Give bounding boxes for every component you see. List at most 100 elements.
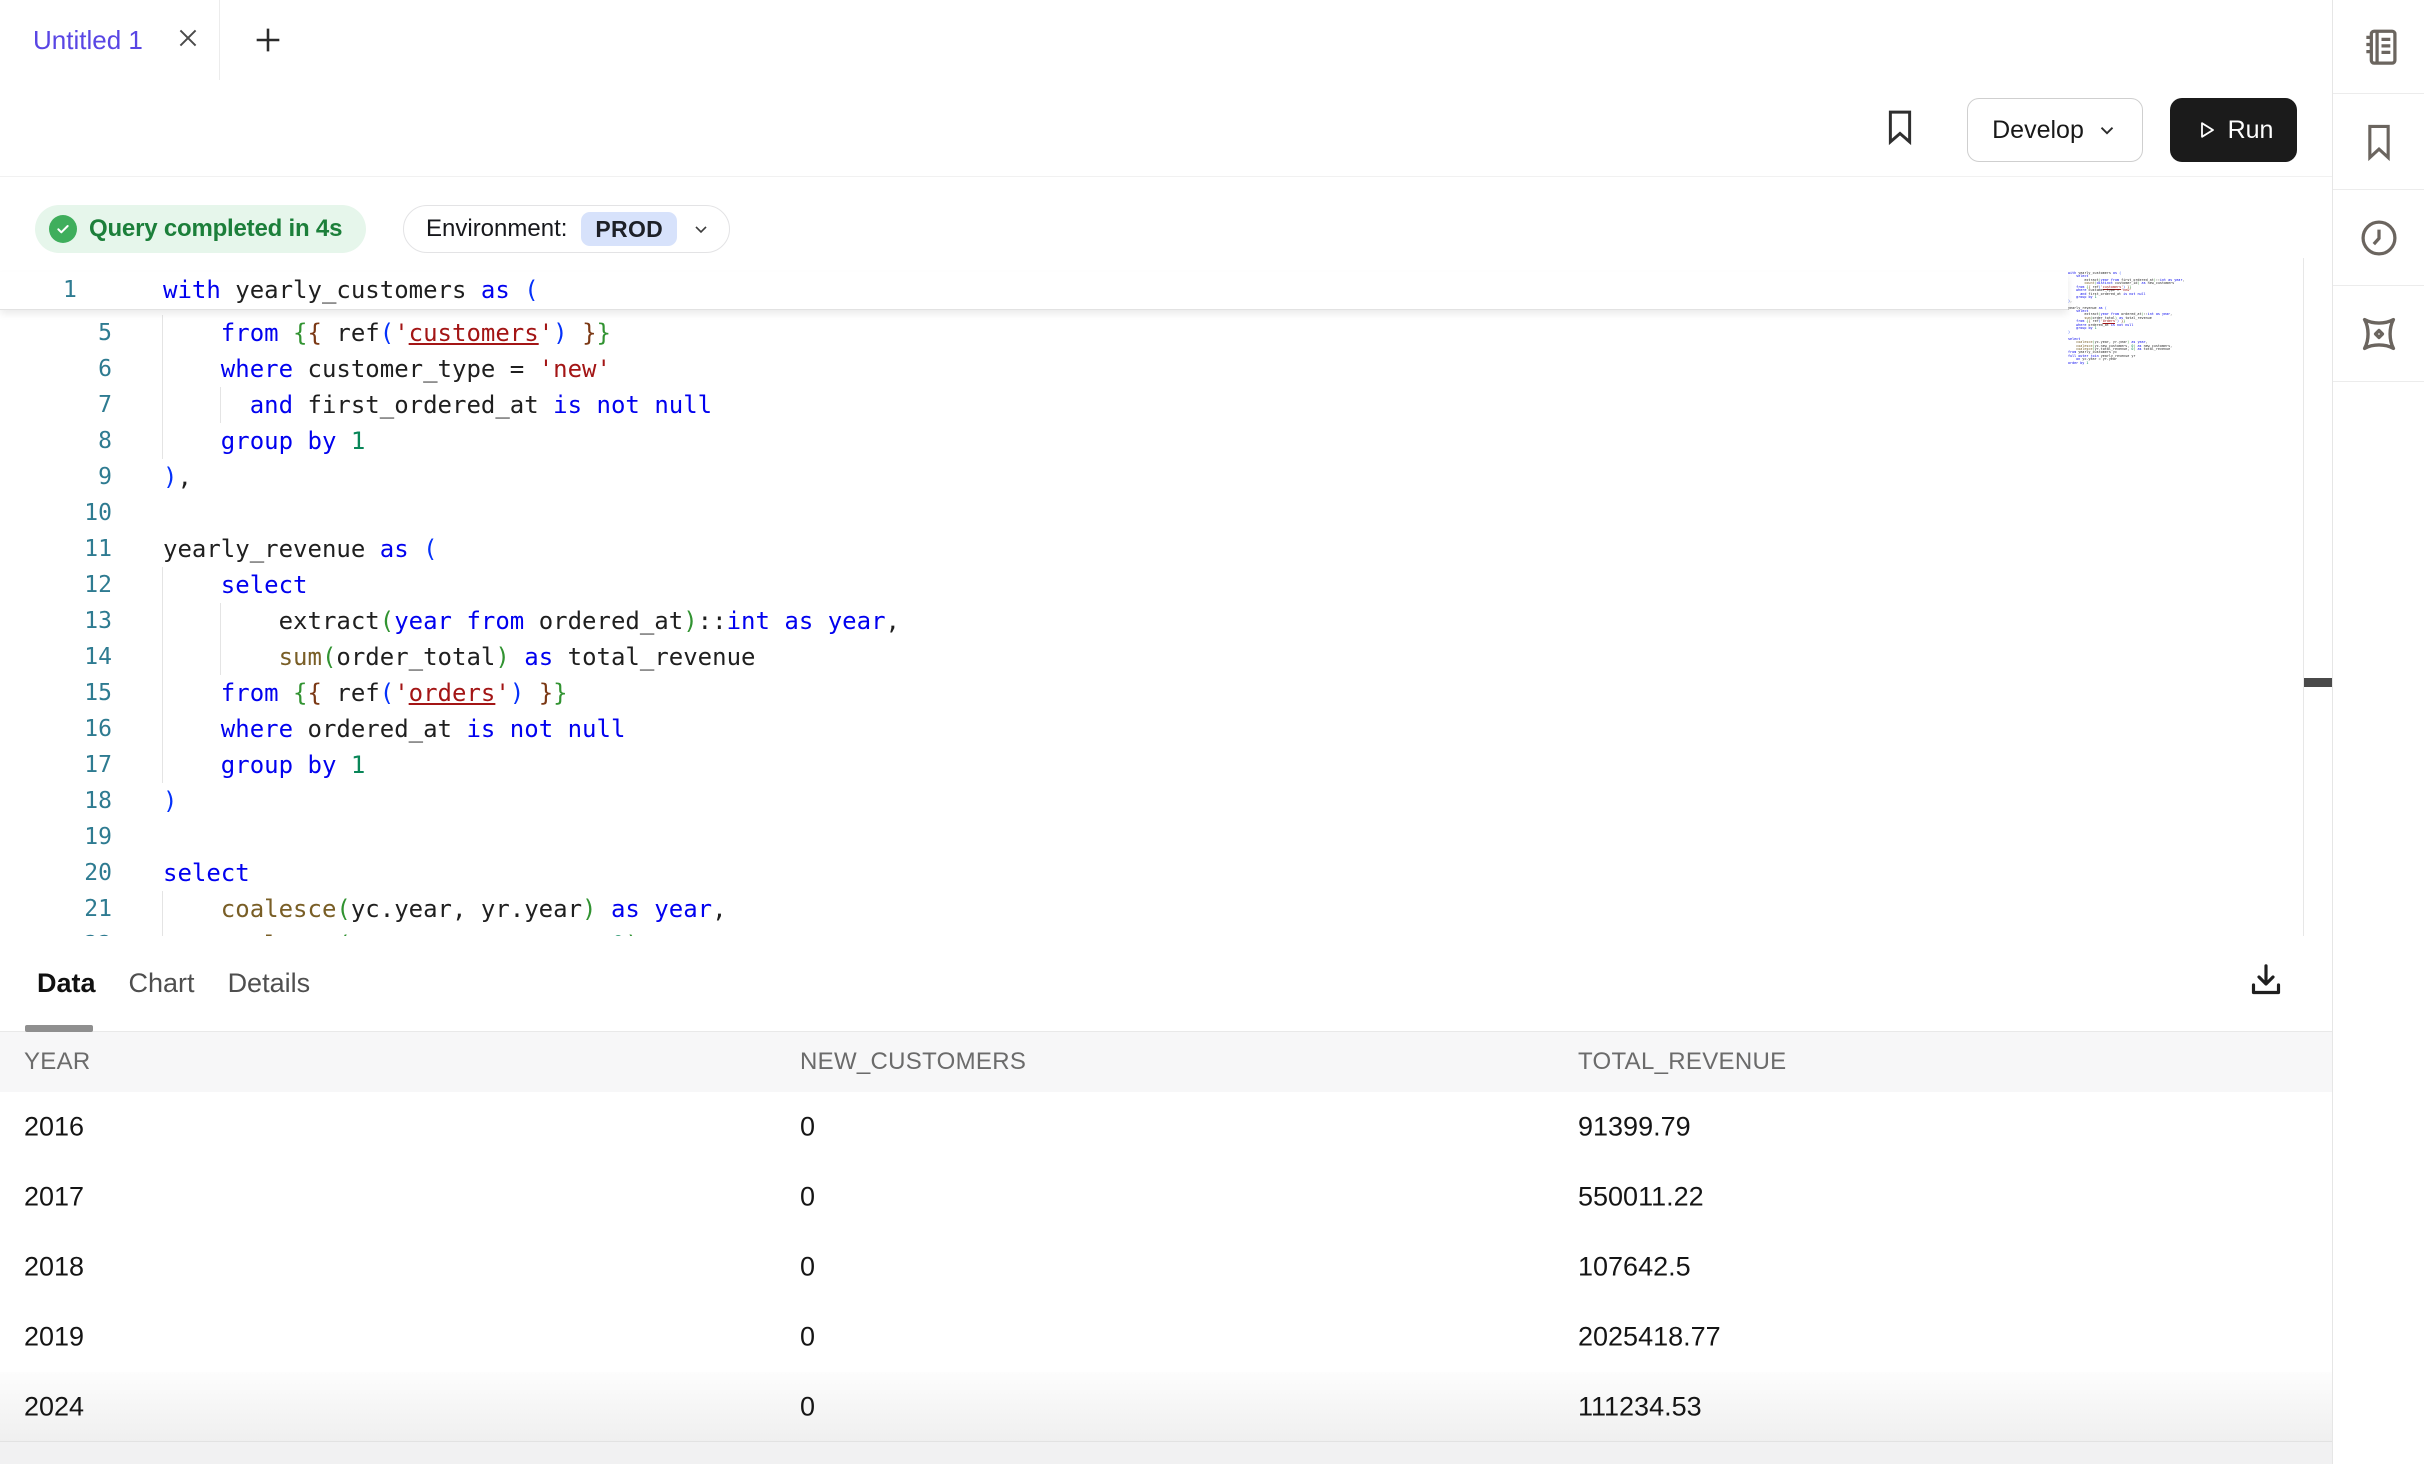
tab-label: Untitled 1 bbox=[33, 25, 143, 56]
new-tab-button[interactable] bbox=[238, 0, 298, 80]
line-number: 18 bbox=[0, 783, 112, 819]
sql-ide-window: Untitled 1 Develop Run Query completed i… bbox=[0, 0, 2424, 1464]
panel-resize-handle[interactable] bbox=[2304, 678, 2333, 687]
table-cell: 2017 bbox=[24, 1182, 84, 1213]
code-line[interactable]: 9), bbox=[0, 459, 2303, 495]
tab-untitled-1[interactable]: Untitled 1 bbox=[0, 0, 220, 80]
code-line[interactable]: 8 group by 1 bbox=[0, 423, 2303, 459]
close-tab-icon[interactable] bbox=[175, 25, 201, 56]
code-line[interactable]: 19 bbox=[0, 819, 2303, 855]
line-number: 12 bbox=[0, 567, 112, 603]
collapsed-panel-strip bbox=[2303, 258, 2333, 936]
indent-guide bbox=[220, 603, 221, 675]
rail-item-bookmarks[interactable] bbox=[2333, 94, 2424, 190]
code-line[interactable]: 16 where ordered_at is not null bbox=[0, 711, 2303, 747]
line-code: coalesce(yc.year, yr.year) as year, bbox=[163, 891, 727, 927]
active-tab-indicator bbox=[25, 1025, 93, 1032]
rail-item-notebook[interactable] bbox=[2333, 0, 2424, 94]
code-line[interactable]: 21 coalesce(yc.year, yr.year) as year, bbox=[0, 891, 2303, 927]
code-line[interactable]: 17 group by 1 bbox=[0, 747, 2303, 783]
line-number: 8 bbox=[0, 423, 112, 459]
table-cell: 2025418.77 bbox=[1578, 1322, 1721, 1353]
results-table-header: YEARNEW_CUSTOMERSTOTAL_REVENUE bbox=[0, 1032, 2332, 1092]
bookmark-button[interactable] bbox=[1878, 104, 1922, 152]
history-clock-icon bbox=[2356, 215, 2402, 261]
chevron-down-icon bbox=[2096, 119, 2118, 141]
table-cell: 0 bbox=[800, 1112, 815, 1143]
plus-icon bbox=[251, 23, 285, 57]
line-number: 21 bbox=[0, 891, 112, 927]
download-icon bbox=[2246, 960, 2286, 1000]
code-line[interactable]: 7 and first_ordered_at is not null bbox=[0, 387, 2303, 423]
environment-selector[interactable]: Environment: PROD bbox=[403, 205, 730, 253]
code-line[interactable]: 10 bbox=[0, 495, 2303, 531]
line-code: select bbox=[163, 567, 308, 603]
results-tab-chart[interactable]: Chart bbox=[129, 968, 195, 999]
line-code: coalesce(yc.new_customers, 0) as new_cus… bbox=[163, 927, 900, 936]
results-tab-details[interactable]: Details bbox=[228, 968, 311, 999]
table-cell: 107642.5 bbox=[1578, 1252, 1691, 1283]
toolbar: Develop Run bbox=[0, 80, 2332, 177]
editor-minimap[interactable]: with yearly_customers as ( select extrac… bbox=[2068, 272, 2268, 365]
code-line[interactable]: 15 from {{ ref('orders') }} bbox=[0, 675, 2303, 711]
table-row: 2019 0 2025418.77 bbox=[0, 1302, 2332, 1373]
line-number: 20 bbox=[0, 855, 112, 891]
line-number: 7 bbox=[0, 387, 112, 423]
line-number: 16 bbox=[0, 711, 112, 747]
line-code: yearly_revenue as ( bbox=[163, 531, 438, 567]
table-cell: 2018 bbox=[24, 1252, 84, 1283]
rail-item-history[interactable] bbox=[2333, 190, 2424, 286]
line-code: ) bbox=[163, 783, 177, 819]
code-line[interactable]: 20 select bbox=[0, 855, 2303, 891]
line-code: sum(order_total) as total_revenue bbox=[163, 639, 755, 675]
indent-guide bbox=[162, 891, 163, 936]
line-code: and first_ordered_at is not null bbox=[163, 387, 712, 423]
run-button[interactable]: Run bbox=[2170, 98, 2297, 162]
table-cell: 0 bbox=[800, 1322, 815, 1353]
table-cell: 2016 bbox=[24, 1112, 84, 1143]
table-cell: 91399.79 bbox=[1578, 1112, 1691, 1143]
sql-editor[interactable]: 5 from {{ ref('customers') }}6 where cus… bbox=[0, 258, 2303, 936]
line-number: 5 bbox=[0, 315, 112, 351]
environment-label: Environment: bbox=[426, 215, 567, 243]
line-code: from {{ ref('customers') }} bbox=[163, 315, 611, 351]
line-number: 10 bbox=[0, 495, 112, 531]
environment-value-chip: PROD bbox=[581, 212, 677, 246]
code-line[interactable]: 11yearly_revenue as ( bbox=[0, 531, 2303, 567]
bookmark-icon bbox=[1879, 104, 1921, 150]
query-status-text: Query completed in 4s bbox=[89, 215, 342, 243]
code-line[interactable]: 5 from {{ ref('customers') }} bbox=[0, 315, 2303, 351]
horizontal-scrollbar[interactable] bbox=[0, 1441, 2332, 1464]
indent-guide bbox=[220, 387, 221, 423]
line-number: 14 bbox=[0, 639, 112, 675]
rail-item-explore[interactable] bbox=[2333, 286, 2424, 382]
notebook-icon bbox=[2356, 24, 2402, 70]
code-line[interactable]: 18) bbox=[0, 783, 2303, 819]
column-header: NEW_CUSTOMERS bbox=[800, 1048, 1026, 1076]
table-row: 20180107642.5 bbox=[0, 1232, 2332, 1303]
code-line[interactable]: 13 extract(year from ordered_at)::int as… bbox=[0, 603, 2303, 639]
line-code: select bbox=[163, 855, 250, 891]
table-cell: 2019 bbox=[24, 1322, 84, 1353]
bookmark-icon bbox=[2357, 120, 2401, 164]
sticky-scroll-line[interactable]: 1 with yearly_customers as ( bbox=[0, 272, 2068, 310]
table-cell: 0 bbox=[800, 1392, 815, 1423]
line-code: group by 1 bbox=[163, 423, 365, 459]
table-row: 20240111234.53 bbox=[0, 1372, 2332, 1443]
column-header: YEAR bbox=[24, 1048, 91, 1076]
develop-dropdown[interactable]: Develop bbox=[1967, 98, 2143, 162]
results-tab-bar: Data Chart Details bbox=[0, 936, 2332, 1032]
code-line[interactable]: 6 where customer_type = 'new' bbox=[0, 351, 2303, 387]
code-line[interactable]: 14 sum(order_total) as total_revenue bbox=[0, 639, 2303, 675]
code-line[interactable]: 22 coalesce(yc.new_customers, 0) as new_… bbox=[0, 927, 2303, 936]
line-number: 6 bbox=[0, 351, 112, 387]
line-number: 9 bbox=[0, 459, 112, 495]
develop-label: Develop bbox=[1992, 116, 2084, 145]
play-icon bbox=[2194, 118, 2218, 142]
code-line[interactable]: 12 select bbox=[0, 567, 2303, 603]
sticky-line-code: with yearly_customers as ( bbox=[163, 272, 539, 308]
chevron-down-icon bbox=[691, 219, 711, 239]
results-tab-data[interactable]: Data bbox=[37, 968, 96, 999]
download-results-button[interactable] bbox=[2240, 955, 2292, 1007]
line-code: extract(year from ordered_at)::int as ye… bbox=[163, 603, 900, 639]
